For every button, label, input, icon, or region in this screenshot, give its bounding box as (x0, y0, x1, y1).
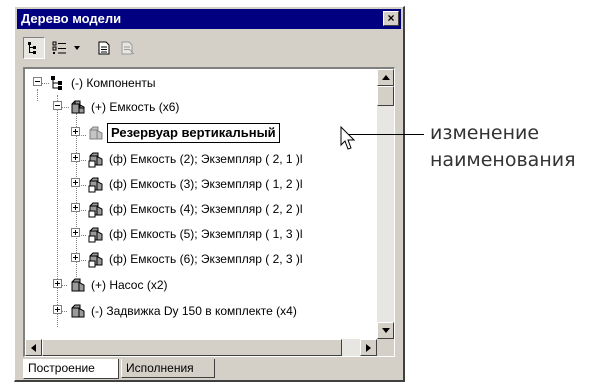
expand-toggle[interactable] (71, 228, 80, 237)
model-tree-panel: Дерево модели × (-) Компоненты (+) Емкос… (14, 6, 405, 382)
vertical-scroll-thumb[interactable] (377, 86, 394, 106)
component-icon (71, 304, 85, 318)
tab-construction[interactable]: Построение (23, 359, 119, 379)
component-instance-icon (88, 227, 103, 243)
expand-toggle[interactable] (71, 153, 80, 162)
vertical-scrollbar[interactable] (377, 69, 394, 339)
tree-node-label: (ф) Емкость (5); Экземпляр ( 1, 3 )l (109, 227, 303, 241)
callout-line (348, 134, 424, 135)
component-instance-icon (88, 152, 103, 168)
arrow-right-icon (366, 343, 371, 352)
assembly-icon (51, 76, 62, 90)
list-view-icon (52, 41, 66, 54)
close-button[interactable]: × (383, 11, 399, 26)
tree-node-label: (ф) Емкость (6); Экземпляр ( 2, 3 )l (109, 252, 303, 266)
arrow-up-icon (381, 75, 390, 80)
arrow-left-icon (31, 343, 36, 352)
component-instance-icon (88, 252, 103, 268)
dropdown-arrow-icon (74, 46, 80, 50)
model-tree[interactable]: (-) Компоненты (+) Емкость (x6) Резервуа… (23, 67, 395, 357)
callout-annotation: изменение наименования (430, 120, 576, 174)
list-view-dropdown[interactable] (71, 37, 83, 59)
component-icon (89, 126, 103, 140)
arrow-down-icon (381, 328, 390, 333)
title-bar: Дерево модели × (17, 9, 401, 29)
component-instance-icon (88, 177, 103, 193)
tree-node-label: (ф) Емкость (2); Экземпляр ( 2, 1 )l (109, 152, 303, 166)
mouse-cursor-icon (340, 126, 356, 150)
tab-bar: Построение Исполнения (23, 359, 395, 379)
page-disabled-icon (121, 41, 135, 55)
scroll-down-button[interactable] (377, 322, 394, 339)
tree-structure-button[interactable] (23, 37, 45, 59)
expand-toggle[interactable] (53, 305, 62, 314)
callout-line-1: изменение (430, 122, 540, 144)
expand-toggle[interactable] (71, 253, 80, 262)
scroll-up-button[interactable] (377, 69, 394, 86)
toolbar (19, 35, 399, 61)
horizontal-scrollbar[interactable] (25, 339, 377, 356)
tab-executions[interactable]: Исполнения (121, 359, 215, 378)
rename-input[interactable]: Резервуар вертикальный (107, 123, 280, 143)
collapse-toggle[interactable] (53, 101, 62, 110)
component-instance-icon (88, 202, 103, 218)
expand-toggle[interactable] (71, 203, 80, 212)
tree-node-label: (-) Компоненты (71, 76, 156, 90)
horizontal-scroll-thumb[interactable] (42, 339, 342, 356)
window-title: Дерево модели (21, 11, 122, 26)
tree-node-label: (ф) Емкость (4); Экземпляр ( 2, 2 )l (109, 202, 303, 216)
expand-toggle[interactable] (53, 279, 62, 288)
page-icon (98, 41, 110, 55)
list-view-button[interactable] (49, 37, 71, 59)
scroll-right-button[interactable] (360, 339, 377, 356)
tree-structure-icon (28, 42, 36, 54)
tree-node-label: (-) Задвижка Dy 150 в комплекте (x4) (91, 304, 297, 318)
tree-node-label: (+) Емкость (x6) (91, 100, 180, 114)
collapse-toggle[interactable] (33, 77, 42, 86)
expand-toggle[interactable] (71, 178, 80, 187)
tree-node-label: (+) Насос (x2) (91, 278, 168, 292)
component-icon (71, 100, 85, 114)
document-button[interactable] (93, 37, 115, 59)
expand-toggle[interactable] (71, 127, 80, 136)
scroll-left-button[interactable] (25, 339, 42, 356)
callout-line-2: наименования (430, 149, 576, 171)
document-disabled-button[interactable] (117, 37, 139, 59)
tree-node-label: (ф) Емкость (3); Экземпляр ( 1, 2 )l (109, 177, 303, 191)
component-icon (71, 278, 85, 292)
scrollbar-corner (377, 339, 394, 356)
